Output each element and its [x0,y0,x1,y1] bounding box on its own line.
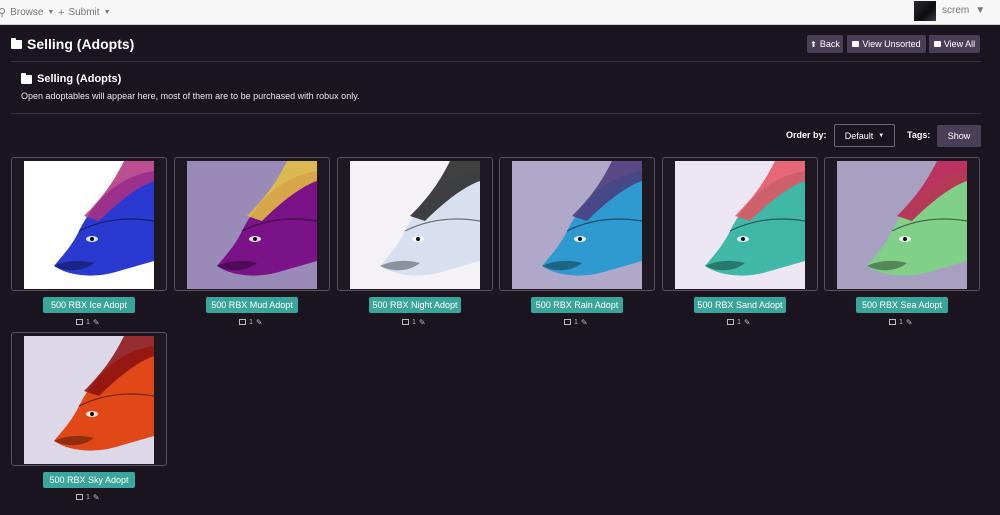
browse-label: Browse [10,7,44,18]
folder-icon [11,37,22,49]
adopt-meta-row: 1 ✎ [402,317,426,327]
adopt-meta-row: 1 ✎ [564,317,588,327]
order-by-select[interactable]: Default ▼ [834,124,895,147]
adopt-title-button[interactable]: 500 RBX Ice Adopt [43,297,135,313]
folder-icon [21,72,32,84]
arrow-up-icon: ⬆ [810,39,817,49]
view-unsorted-button[interactable]: View Unsorted [847,35,926,53]
adopt-title-button[interactable]: 500 RBX Rain Adopt [531,297,623,313]
pencil-icon[interactable]: ✎ [93,318,100,327]
pencil-icon[interactable]: ✎ [256,318,263,327]
adopt-thumbnail-card[interactable] [824,157,980,291]
section-title: Selling (Adopts) [21,71,121,87]
submit-menu[interactable]: + Submit ▼ [58,0,111,25]
adopt-meta-row: 1 ✎ [727,317,751,327]
adopt-thumbnail-card[interactable] [174,157,330,291]
adopt-thumbnail-image[interactable] [24,161,154,289]
pencil-icon[interactable]: ✎ [419,318,426,327]
page-title-text: Selling (Adopts) [27,36,135,52]
adopt-title-button[interactable]: 500 RBX Sea Adopt [856,297,948,313]
image-count: 1 [574,318,578,326]
top-navbar: ⚲ Browse ▼ + Submit ▼ screm ▼ [0,0,1000,25]
tags-label: Tags: [907,130,931,140]
adopt-thumbnail-card[interactable] [337,157,493,291]
view-all-button[interactable]: View All [929,35,980,53]
view-all-label: View All [943,39,976,49]
adopt-meta-row: 1 ✎ [239,317,263,327]
order-by-label: Order by: [786,130,827,140]
adopt-thumbnail-image[interactable] [512,161,642,289]
image-count: 1 [899,318,903,326]
image-icon [402,319,409,325]
adopt-thumbnail-image[interactable] [837,161,967,289]
order-by-value: Default [844,130,874,141]
image-icon [727,319,734,325]
view-unsorted-label: View Unsorted [862,39,921,49]
browse-menu[interactable]: ⚲ Browse ▼ [0,0,54,25]
back-button-label: Back [819,39,840,49]
search-icon: ⚲ [0,7,7,19]
pencil-icon[interactable]: ✎ [93,493,100,502]
adopt-thumbnail-image[interactable] [187,161,317,289]
section-title-text: Selling (Adopts) [37,73,122,85]
adopt-meta-row: 1 ✎ [76,317,100,327]
image-icon [564,319,571,325]
image-count: 1 [249,318,253,326]
image-count: 1 [412,318,416,326]
adopt-thumbnail-card[interactable] [499,157,655,291]
adopt-meta-row: 1 ✎ [76,492,100,502]
chevron-down-icon: ▼ [975,4,986,16]
chevron-down-icon: ▼ [47,9,55,16]
adopt-title-button[interactable]: 500 RBX Sky Adopt [43,472,135,488]
adopt-title-button[interactable]: 500 RBX Mud Adopt [206,297,298,313]
plus-icon: + [58,6,65,19]
image-count: 1 [86,318,90,326]
caret-down-icon: ▼ [878,132,885,139]
pencil-icon[interactable]: ✎ [581,318,588,327]
folder-icon [852,41,860,47]
page-title: Selling (Adopts) [11,34,134,54]
image-icon [76,319,83,325]
avatar[interactable] [914,1,936,21]
adopt-thumbnail-image[interactable] [24,336,154,464]
image-icon [239,319,246,325]
image-count: 1 [737,318,741,326]
folder-icon [933,41,941,47]
adopt-title-button[interactable]: 500 RBX Sand Adopt [694,297,786,313]
section-description: Open adoptables will appear here, most o… [21,91,360,101]
adopt-thumbnail-image[interactable] [350,161,480,289]
image-icon [889,319,896,325]
adopt-title-button[interactable]: 500 RBX Night Adopt [369,297,461,313]
user-menu[interactable]: screm ▼ [942,0,985,20]
section-divider [11,113,981,114]
image-count: 1 [86,493,90,501]
adopt-meta-row: 1 ✎ [889,317,913,327]
adopt-thumbnail-image[interactable] [675,161,805,289]
username-label: screm [942,4,970,16]
adopt-thumbnail-card[interactable] [11,157,167,291]
show-tags-button[interactable]: Show [937,125,981,147]
pencil-icon[interactable]: ✎ [744,318,751,327]
pencil-icon[interactable]: ✎ [906,318,913,327]
submit-label: Submit [68,7,100,18]
header-divider [11,61,981,62]
adopt-thumbnail-card[interactable] [11,332,167,466]
adopt-thumbnail-card[interactable] [662,157,818,291]
back-button[interactable]: ⬆ Back [807,35,843,53]
chevron-down-icon: ▼ [103,9,111,16]
image-icon [76,494,83,500]
